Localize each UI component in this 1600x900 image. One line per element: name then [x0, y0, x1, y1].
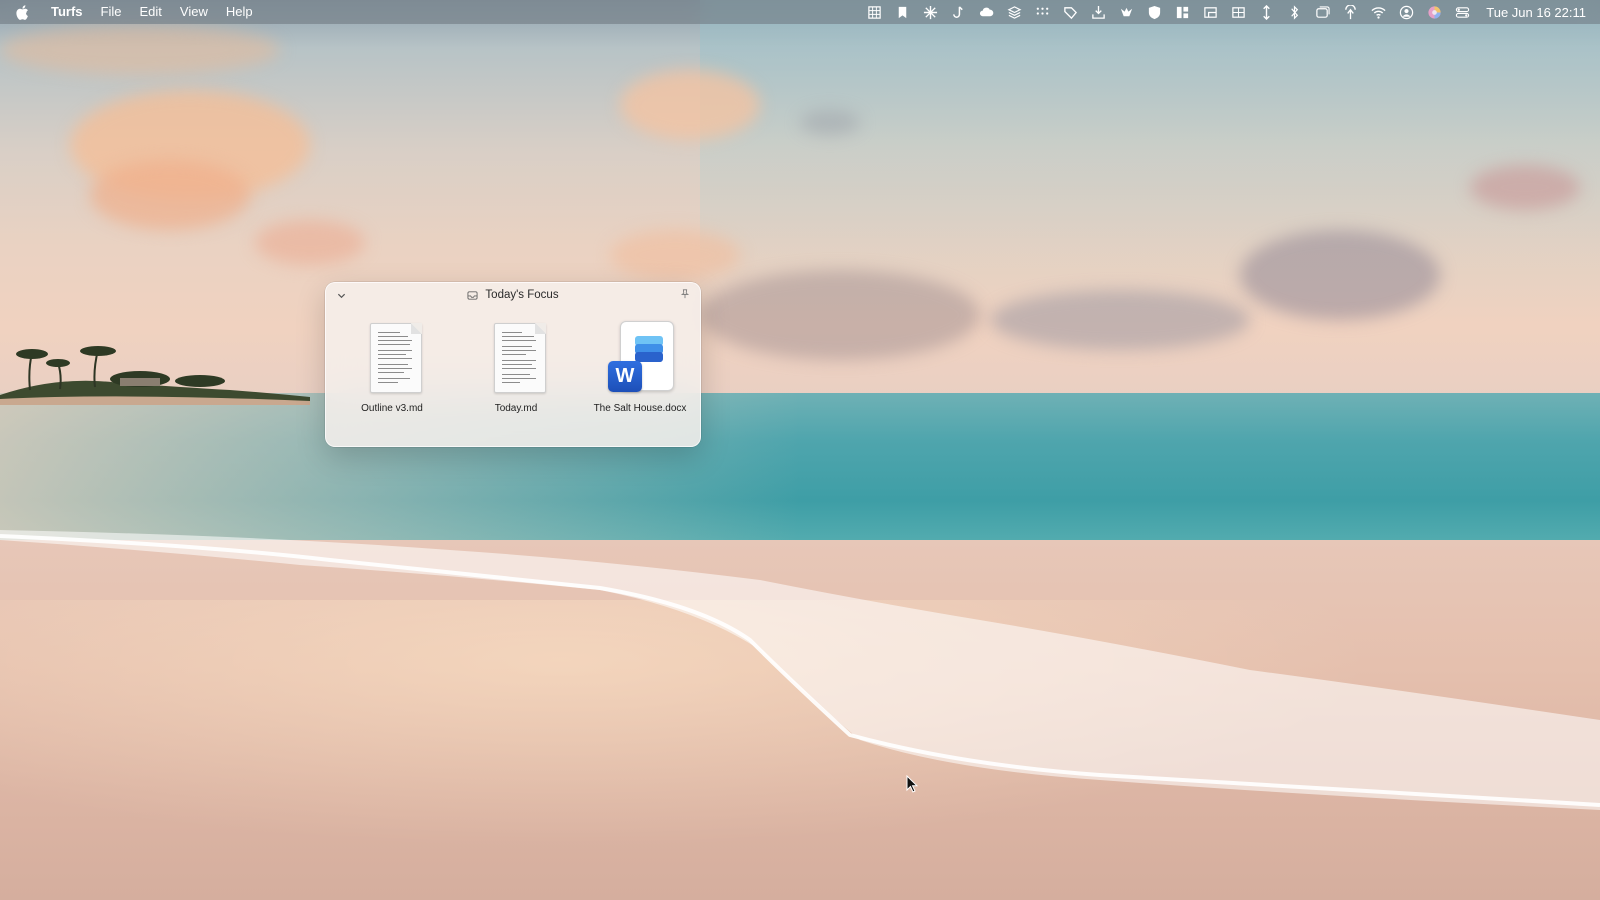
status-area: Tue Jun 16 22:11: [860, 0, 1586, 24]
grid-icon[interactable]: [866, 4, 882, 20]
dots-grid-icon[interactable]: [1034, 4, 1050, 20]
chevron-down-icon[interactable]: [334, 288, 348, 302]
text-line: [502, 364, 532, 365]
tray-icon: [467, 289, 479, 301]
file-name: Today.md: [494, 403, 538, 414]
file-name: Outline v3.md: [361, 403, 423, 414]
text-line: [502, 332, 522, 333]
menu-bar-clock[interactable]: Tue Jun 16 22:11: [1486, 5, 1586, 20]
mouse-cursor-icon: [906, 775, 918, 793]
markdown-file-icon: [484, 321, 548, 395]
wallpaper-cloud: [255, 220, 365, 265]
shelf-window: Today's Focus Outline v3.md Today.md W T…: [325, 282, 701, 447]
tag-icon[interactable]: [1062, 4, 1078, 20]
text-line: [502, 336, 534, 337]
text-line: [378, 378, 410, 379]
wallpaper-cloud: [1470, 165, 1580, 210]
bluetooth-icon[interactable]: [1286, 4, 1302, 20]
shelf-file-list: Outline v3.md Today.md W The Salt House.…: [326, 321, 700, 414]
pin-icon[interactable]: [678, 287, 692, 301]
shelf-header: Today's Focus: [326, 283, 700, 307]
menu-file[interactable]: File: [92, 0, 131, 24]
wallpaper-cloud: [620, 70, 760, 140]
menu-help[interactable]: Help: [217, 0, 262, 24]
text-line: [378, 332, 400, 333]
text-line: [502, 382, 520, 383]
split-window-icon[interactable]: [1230, 4, 1246, 20]
cloud-icon[interactable]: [978, 4, 994, 20]
download-tray-icon[interactable]: [1090, 4, 1106, 20]
up-down-arrow-icon[interactable]: [1258, 4, 1274, 20]
wallpaper-island: [0, 346, 310, 405]
page-fold: [535, 323, 546, 334]
hook-icon[interactable]: [950, 4, 966, 20]
app-menu[interactable]: Turfs: [42, 0, 92, 24]
tiles-icon[interactable]: [1174, 4, 1190, 20]
wallpaper-cloud: [90, 160, 250, 230]
wallpaper-cloud: [0, 25, 280, 75]
text-line: [378, 344, 410, 345]
markdown-file-icon: [360, 321, 424, 395]
user-circle-icon[interactable]: [1398, 4, 1414, 20]
text-line: [502, 350, 536, 351]
text-line: [502, 378, 536, 379]
word-document-icon: W: [608, 321, 674, 395]
file-name: The Salt House.docx: [593, 403, 687, 414]
color-wheel-icon[interactable]: [1426, 4, 1442, 20]
menu-bar: Turfs File Edit View Help Tue Jun 16 22:…: [0, 0, 1600, 24]
text-line: [378, 350, 412, 351]
text-line: [502, 354, 526, 355]
layers-icon[interactable]: [1006, 4, 1022, 20]
text-line: [378, 372, 404, 373]
control-center-icon[interactable]: [1454, 4, 1470, 20]
page-fold: [411, 323, 422, 334]
menu-edit[interactable]: Edit: [131, 0, 171, 24]
text-line: [378, 358, 412, 359]
bookmark-icon[interactable]: [894, 4, 910, 20]
text-line: [378, 336, 408, 337]
text-line: [378, 354, 406, 355]
shelf-title-group: Today's Focus: [467, 289, 559, 301]
antenna-icon[interactable]: [1342, 4, 1358, 20]
wallpaper-cloud: [990, 290, 1250, 350]
shelf-file-item[interactable]: Outline v3.md: [332, 321, 452, 414]
wallpaper-surf: [0, 530, 1600, 810]
crown-icon[interactable]: [1118, 4, 1134, 20]
shelf-title: Today's Focus: [485, 289, 559, 301]
menu-view[interactable]: View: [171, 0, 217, 24]
screens-icon[interactable]: [1314, 4, 1330, 20]
wallpaper-cloud: [800, 110, 860, 135]
document-page: [370, 323, 422, 393]
wifi-icon[interactable]: [1370, 4, 1386, 20]
apple-menu-icon[interactable]: [16, 4, 30, 20]
word-badge-icon: W: [608, 361, 642, 392]
desktop-wallpaper: [0, 0, 1600, 900]
shield-icon[interactable]: [1146, 4, 1162, 20]
text-line: [502, 340, 536, 341]
wallpaper-cloud: [700, 270, 980, 360]
shelf-file-item[interactable]: W The Salt House.docx: [580, 321, 700, 414]
text-line: [378, 368, 412, 369]
text-line: [378, 364, 408, 365]
text-line: [502, 368, 536, 369]
text-line: [502, 374, 530, 375]
text-line: [378, 382, 398, 383]
text-line: [502, 360, 536, 361]
text-line: [378, 340, 412, 341]
document-page: [494, 323, 546, 393]
text-line: [502, 346, 532, 347]
shelf-file-item[interactable]: Today.md: [456, 321, 576, 414]
window-corner-icon[interactable]: [1202, 4, 1218, 20]
wallpaper-cloud: [1240, 230, 1440, 320]
wallpaper-cloud: [610, 230, 740, 280]
sparkle-icon[interactable]: [922, 4, 938, 20]
